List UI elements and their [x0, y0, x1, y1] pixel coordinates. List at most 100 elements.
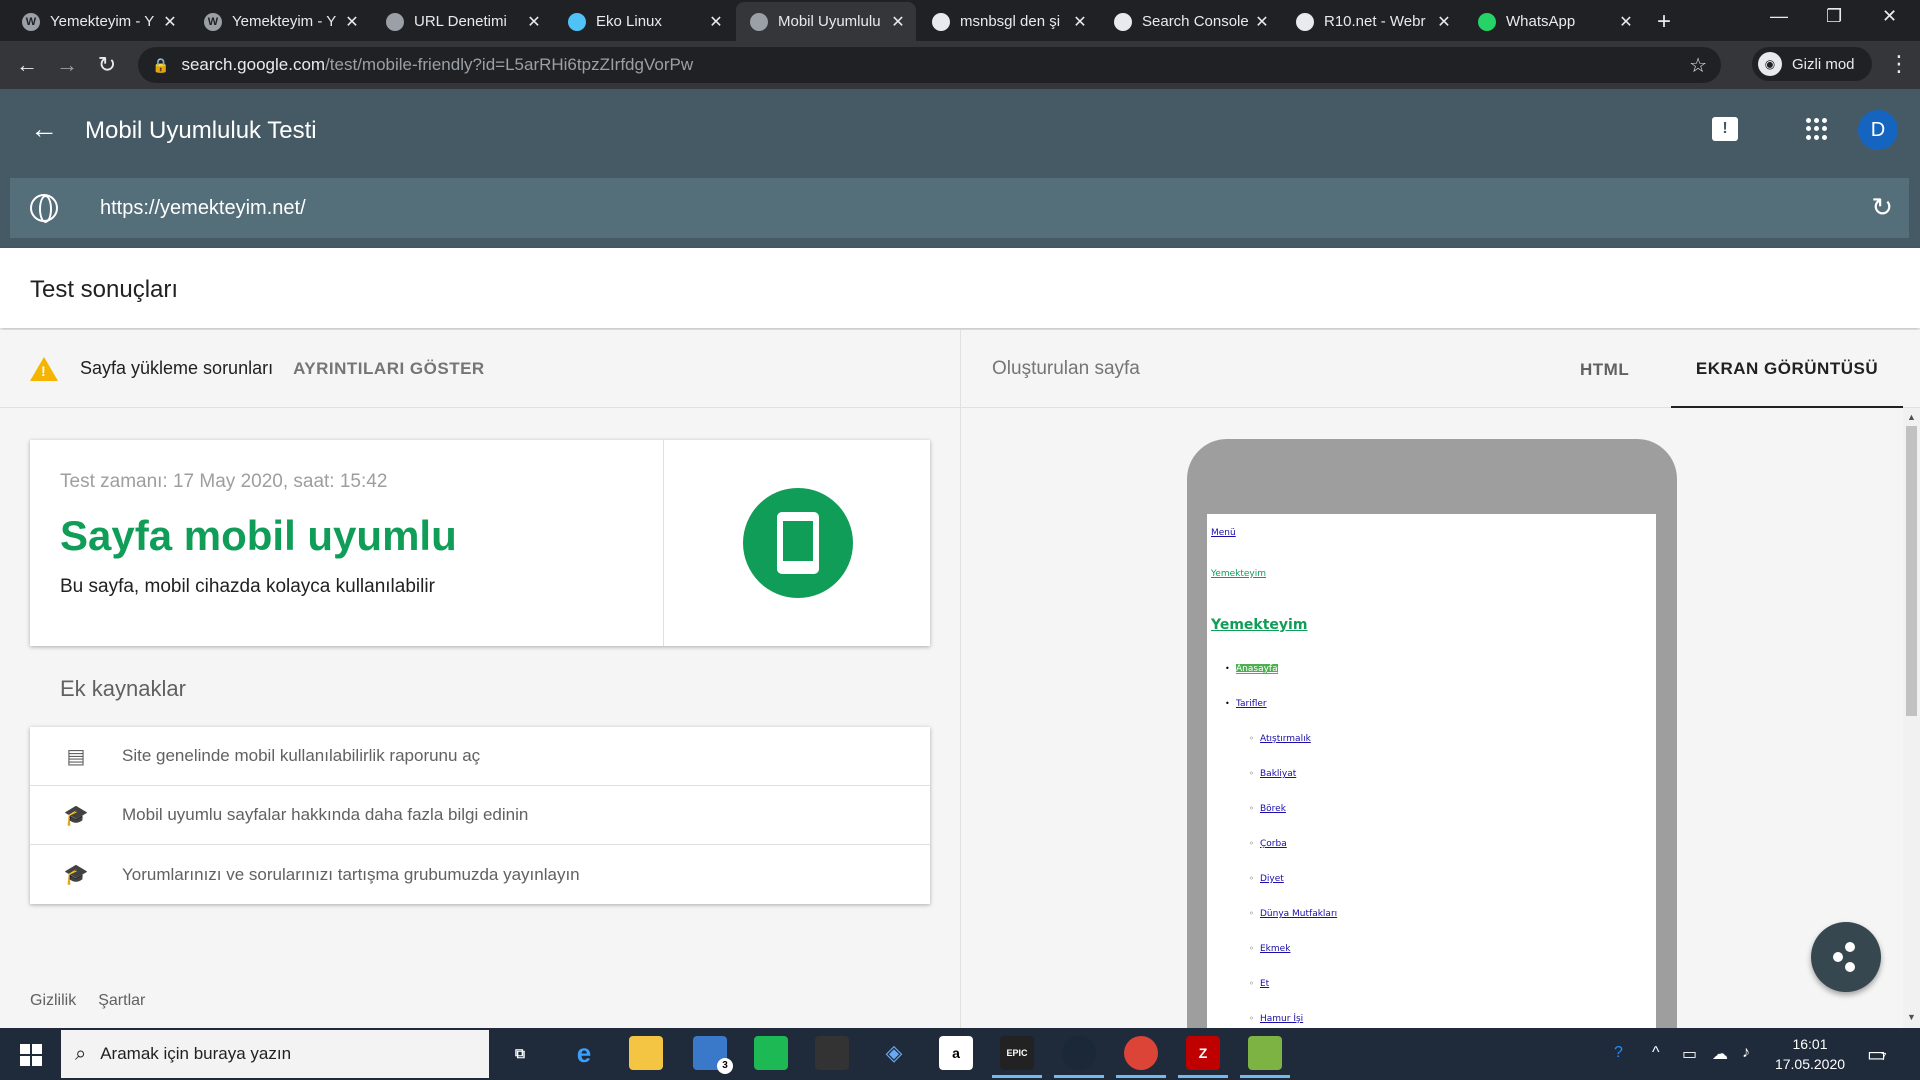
clock-time: 16:01 — [1792, 1036, 1828, 1052]
taskbar-search[interactable]: ⌕ Aramak için buraya yazın — [61, 1030, 489, 1078]
help-icon[interactable]: ? — [1614, 1044, 1623, 1062]
scroll-thumb[interactable] — [1906, 426, 1917, 716]
browser-tab[interactable]: W Yemekteyim - Y ✕ — [8, 2, 188, 41]
browser-tab[interactable]: msnbsgl den şi ✕ — [918, 2, 1098, 41]
preview-scrollbar[interactable]: ▲ ▼ — [1903, 408, 1920, 1028]
task-view-icon[interactable]: ⧉ — [503, 1036, 537, 1070]
amazon-icon[interactable]: a — [939, 1036, 973, 1070]
notepad-icon[interactable] — [1240, 1036, 1290, 1078]
restore-icon[interactable]: ❐ — [1826, 6, 1842, 27]
share-button[interactable] — [1811, 922, 1881, 992]
close-icon[interactable]: ✕ — [708, 12, 724, 32]
more-menu-icon[interactable]: ⋮ — [1888, 51, 1910, 77]
privacy-link[interactable]: Gizlilik — [30, 992, 76, 1010]
avatar[interactable]: D — [1858, 110, 1898, 150]
verdict-title: Sayfa mobil uyumlu — [60, 512, 457, 559]
battery-icon[interactable]: ▭ — [1682, 1044, 1697, 1064]
resource-link-forum[interactable]: 🎓 Yorumlarınızı ve sorularınızı tartışma… — [30, 845, 930, 904]
results-panel: ! Sayfa yükleme sorunları AYRINTILARI GÖ… — [0, 330, 960, 1028]
back-icon[interactable]: ← — [14, 52, 40, 78]
edge-icon[interactable]: e — [567, 1036, 601, 1070]
warning-icon: ! — [30, 356, 58, 381]
terms-link[interactable]: Şartlar — [98, 992, 145, 1010]
forward-icon[interactable]: → — [54, 52, 80, 78]
preview-nav-link: Anasayfa — [1236, 664, 1278, 674]
close-icon[interactable]: ✕ — [890, 12, 906, 32]
close-icon[interactable]: ✕ — [1072, 12, 1088, 32]
wordpress-icon: W — [22, 12, 40, 31]
onedrive-icon[interactable]: ☁ — [1712, 1044, 1728, 1064]
close-icon[interactable]: ✕ — [1618, 12, 1634, 32]
browser-tab[interactable]: Search Console ✕ — [1100, 2, 1280, 41]
preview-category-link: Börek — [1260, 804, 1286, 814]
spotify-icon[interactable] — [754, 1036, 788, 1070]
browser-tab[interactable]: Eko Linux ✕ — [554, 2, 734, 41]
feedback-icon[interactable]: ! — [1712, 117, 1738, 141]
web-icon: ▤ — [66, 745, 86, 768]
filezilla-icon[interactable]: Z — [1178, 1036, 1228, 1078]
verdict-description: Bu sayfa, mobil cihazda kolayca kullanıl… — [60, 576, 435, 597]
list-bullet: ◦ — [1249, 734, 1254, 743]
close-icon[interactable]: ✕ — [526, 12, 542, 32]
footer-links: Gizlilik Şartlar — [30, 992, 145, 1010]
phone-preview-screen[interactable]: Menü Yemekteyim Yemekteyim • Anasayfa • … — [1207, 514, 1656, 1074]
mail-icon[interactable]: 3 — [693, 1036, 733, 1074]
tab-screenshot[interactable]: EKRAN GÖRÜNTÜSÜ — [1671, 330, 1903, 408]
school-icon: 🎓 — [63, 804, 89, 827]
epic-games-icon[interactable]: EPIC — [992, 1036, 1042, 1078]
result-card: Test zamanı: 17 May 2020, saat: 15:42 Sa… — [30, 440, 930, 646]
close-icon[interactable]: ✕ — [162, 12, 178, 32]
scroll-down-icon[interactable]: ▼ — [1907, 1012, 1916, 1022]
resources-title: Ek kaynaklar — [60, 676, 186, 701]
browser-tab[interactable]: R10.net - Webr ✕ — [1282, 2, 1462, 41]
chevron-up-icon[interactable]: ^ — [1652, 1044, 1660, 1062]
windows-start-icon[interactable] — [20, 1044, 42, 1066]
browser-tab[interactable]: URL Denetimi ✕ — [372, 2, 552, 41]
volume-icon[interactable]: ♪ — [1742, 1044, 1750, 1062]
browser-tab[interactable]: W Yemekteyim - Y ✕ — [190, 2, 370, 41]
close-window-icon[interactable]: ✕ — [1882, 6, 1897, 27]
star-icon[interactable]: ☆ — [1689, 53, 1707, 78]
rendered-page-header: Oluşturulan sayfa HTML EKRAN GÖRÜNTÜSÜ — [961, 330, 1920, 408]
tested-url-field[interactable]: https://yemekteyim.net/ ↻ — [10, 178, 1909, 238]
list-bullet: ◦ — [1249, 909, 1254, 918]
tab-html[interactable]: HTML — [1580, 360, 1629, 380]
list-bullet: ◦ — [1249, 874, 1254, 883]
preview-category-link: Hamur İşi — [1260, 1014, 1304, 1024]
dropbox-icon[interactable]: ◈ — [877, 1036, 911, 1070]
resource-link-report[interactable]: ▤ Site genelinde mobil kullanılabilirlik… — [30, 727, 930, 786]
show-details-button[interactable]: AYRINTILARI GÖSTER — [293, 359, 485, 379]
url-path: /test/mobile-friendly?id=L5arRHi6tpzZIrf… — [325, 55, 694, 74]
preview-nav-link: Tarifler — [1236, 699, 1267, 709]
chrome-icon[interactable] — [1116, 1036, 1166, 1078]
wordpress-icon: W — [204, 12, 222, 31]
app-header: ← Mobil Uyumluluk Testi ! D https://yeme… — [0, 89, 1920, 248]
browser-tab[interactable]: WhatsApp ✕ — [1464, 2, 1644, 41]
resource-link-learn[interactable]: 🎓 Mobil uyumlu sayfalar hakkında daha fa… — [30, 786, 930, 845]
minimize-icon[interactable]: — — [1770, 6, 1788, 27]
list-bullet: ◦ — [1249, 839, 1254, 848]
mail-badge: 3 — [717, 1058, 733, 1074]
close-icon[interactable]: ✕ — [1254, 12, 1270, 32]
address-bar[interactable]: 🔒 search.google.com/test/mobile-friendly… — [138, 47, 1721, 83]
list-bullet: ◦ — [1249, 979, 1254, 988]
apps-grid-icon[interactable] — [1806, 118, 1828, 140]
phone-preview-frame: Menü Yemekteyim Yemekteyim • Anasayfa • … — [1187, 439, 1677, 1074]
retest-icon[interactable]: ↻ — [1871, 192, 1893, 223]
steam-icon[interactable] — [1054, 1036, 1104, 1078]
results-header: Test sonuçları — [0, 248, 1920, 328]
whatsapp-icon — [1478, 12, 1496, 31]
reload-icon[interactable]: ↻ — [94, 52, 120, 78]
scroll-up-icon[interactable]: ▲ — [1907, 412, 1916, 422]
file-explorer-icon[interactable] — [629, 1036, 663, 1070]
close-icon[interactable]: ✕ — [1436, 12, 1452, 32]
notification-icon[interactable]: ▭ 7 — [1867, 1042, 1887, 1067]
incognito-badge[interactable]: ◉ Gizli mod — [1752, 47, 1872, 81]
browser-tab-active[interactable]: Mobil Uyumlulu ✕ — [736, 2, 916, 41]
smartphone-icon — [743, 488, 853, 598]
store-icon[interactable] — [815, 1036, 849, 1070]
close-icon[interactable]: ✕ — [344, 12, 360, 32]
taskbar-clock[interactable]: 16:01 17.05.2020 — [1768, 1034, 1852, 1074]
new-tab-icon[interactable]: + — [1657, 8, 1671, 36]
arrow-back-icon[interactable]: ← — [30, 113, 58, 145]
